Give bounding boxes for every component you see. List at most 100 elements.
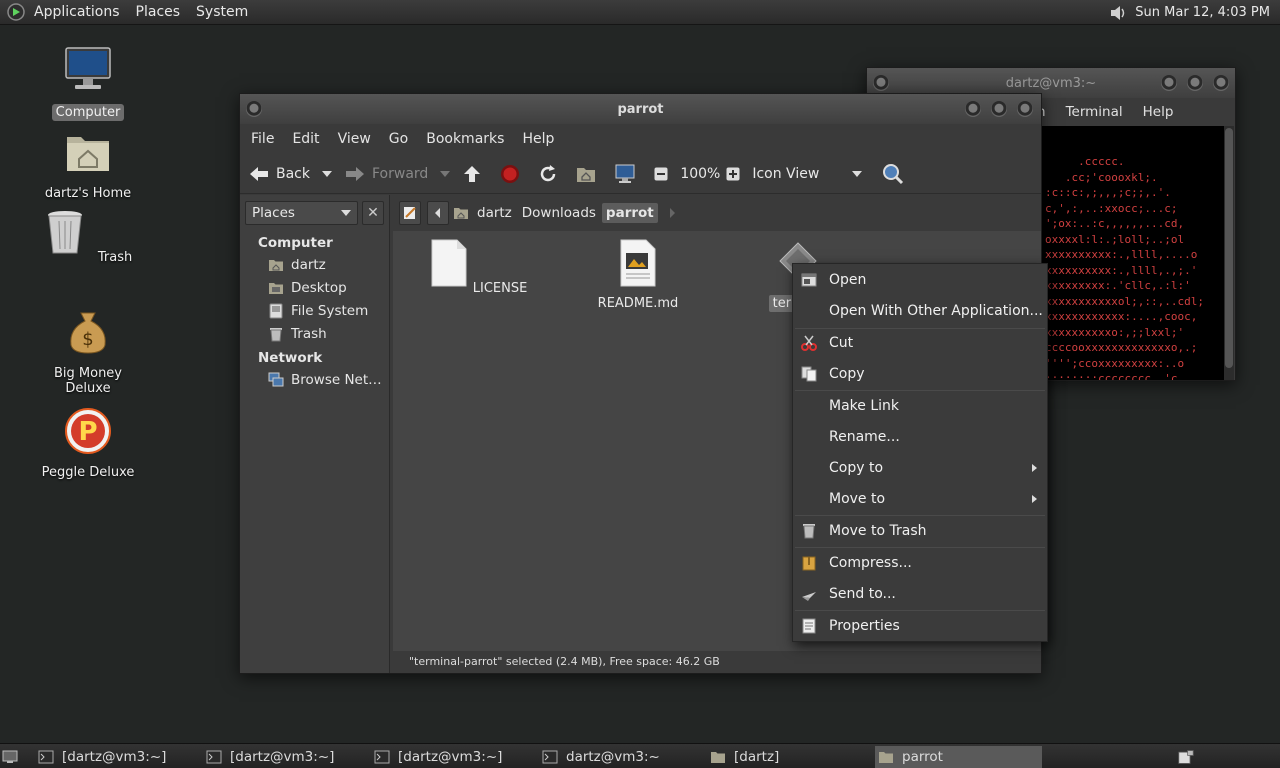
- reload-button[interactable]: [538, 159, 564, 189]
- scrollbar-thumb[interactable]: [1225, 128, 1233, 368]
- file-name: README.md: [597, 296, 679, 311]
- menu-item-make-link[interactable]: Make Link: [793, 391, 1047, 421]
- menu-edit[interactable]: Edit: [283, 131, 328, 147]
- computer-button[interactable]: [614, 159, 642, 189]
- file-item[interactable]: README.md: [588, 239, 688, 311]
- close-button[interactable]: [1213, 75, 1229, 91]
- zoom-level[interactable]: 100%: [680, 159, 720, 189]
- maximize-button[interactable]: [991, 101, 1007, 117]
- menu-item-move-to[interactable]: Move to: [793, 484, 1047, 514]
- forward-button[interactable]: Forward: [344, 159, 428, 189]
- menu-item-compress[interactable]: Compress...: [793, 548, 1047, 578]
- terminal-icon: [38, 750, 54, 764]
- terminal-title: dartz@vm3:~: [1005, 75, 1097, 91]
- terminal-menu-help[interactable]: Help: [1133, 104, 1184, 120]
- desktop-icon-label: Big Money Deluxe: [53, 366, 122, 396]
- zoom-level-value: 100%: [680, 165, 721, 182]
- desktop-icon-big-money[interactable]: $ Big Money Deluxe: [33, 307, 143, 397]
- menu-file[interactable]: File: [242, 131, 283, 147]
- task-button-terminal-1[interactable]: [dartz@vm3:~]: [38, 746, 198, 768]
- up-arrow-icon: [464, 165, 481, 182]
- clock[interactable]: Sun Mar 12, 4:03 PM: [1129, 5, 1280, 20]
- menu-item-cut[interactable]: Cut: [793, 328, 1047, 358]
- path-scroll-left[interactable]: [427, 201, 449, 225]
- zoom-out-button[interactable]: [654, 159, 674, 189]
- workspace-switcher[interactable]: [1178, 746, 1202, 768]
- system-menu[interactable]: System: [188, 0, 256, 25]
- zoom-in-button[interactable]: [726, 159, 746, 189]
- svg-text:P: P: [78, 417, 97, 447]
- volume-icon[interactable]: [1107, 2, 1129, 24]
- home-folder-icon: [269, 260, 283, 271]
- stop-button[interactable]: [500, 159, 526, 189]
- chevron-right-icon[interactable]: [668, 208, 676, 218]
- menu-help[interactable]: Help: [513, 131, 563, 147]
- location-toggle-button[interactable]: [399, 201, 421, 225]
- close-sidebar-button[interactable]: ✕: [362, 201, 384, 225]
- trash-icon: [803, 524, 815, 539]
- places-combo-value: Places: [252, 205, 295, 221]
- menu-item-label: Open With Other Application...: [829, 303, 1043, 319]
- menu-item-copy[interactable]: Copy: [793, 359, 1047, 389]
- desktop-icon-peggle[interactable]: P Peggle Deluxe: [33, 406, 143, 481]
- desktop-icon-computer[interactable]: Computer: [33, 46, 143, 121]
- task-button-parrot[interactable]: parrot: [875, 746, 1042, 768]
- terminal-scrollbar[interactable]: [1224, 126, 1234, 380]
- sidebar-item-label: Browse Net…: [291, 372, 382, 388]
- submenu-arrow-icon: [1032, 495, 1037, 503]
- minimize-button[interactable]: [965, 101, 981, 117]
- parrot-logo-icon[interactable]: [6, 2, 26, 22]
- places-combo[interactable]: Places: [245, 201, 358, 225]
- menu-item-rename[interactable]: Rename...: [793, 422, 1047, 452]
- menu-item-move-to-trash[interactable]: Move to Trash: [793, 516, 1047, 546]
- terminal-menu-terminal[interactable]: Terminal: [1056, 104, 1133, 120]
- menu-go[interactable]: Go: [380, 131, 417, 147]
- task-button-terminal-2[interactable]: [dartz@vm3:~]: [206, 746, 366, 768]
- forward-history-dropdown[interactable]: [440, 159, 451, 189]
- sidebar-item-filesystem[interactable]: File System: [268, 303, 368, 319]
- menu-item-open-with[interactable]: Open With Other Application...: [793, 296, 1047, 326]
- maximize-button[interactable]: [1187, 75, 1203, 91]
- task-button-terminal-4[interactable]: dartz@vm3:~: [542, 746, 702, 768]
- window-menu-button[interactable]: [873, 75, 889, 91]
- peggle-icon: P: [65, 408, 111, 454]
- menu-item-send-to[interactable]: Send to...: [793, 579, 1047, 609]
- menu-view[interactable]: View: [329, 131, 380, 147]
- applications-menu[interactable]: Applications: [26, 0, 128, 25]
- sidebar-item-trash[interactable]: Trash: [268, 326, 327, 342]
- desktop-icon-trash[interactable]: Trash: [33, 207, 143, 266]
- path-crumb-dartz[interactable]: dartz: [473, 203, 516, 223]
- task-button-dartz[interactable]: [dartz]: [710, 746, 870, 768]
- file-manager-titlebar[interactable]: parrot: [240, 94, 1041, 124]
- menu-item-label: Rename...: [829, 429, 900, 445]
- menu-item-properties[interactable]: Properties: [793, 611, 1047, 641]
- back-history-dropdown[interactable]: [322, 159, 332, 189]
- path-crumb-downloads[interactable]: Downloads: [518, 203, 600, 223]
- show-desktop-button[interactable]: [2, 746, 26, 768]
- menu-item-copy-to[interactable]: Copy to: [793, 453, 1047, 483]
- home-button[interactable]: [576, 159, 602, 189]
- sidebar-heading-network: Network: [258, 350, 323, 366]
- file-manager-title: parrot: [617, 101, 664, 117]
- sidebar-item-browse-network[interactable]: Browse Net…: [268, 372, 382, 388]
- task-label: [dartz@vm3:~]: [62, 749, 167, 765]
- desktop-icon-home[interactable]: dartz's Home: [33, 127, 143, 202]
- task-label: dartz@vm3:~: [566, 749, 660, 765]
- places-menu[interactable]: Places: [128, 0, 189, 25]
- view-mode-select[interactable]: Icon View: [752, 159, 863, 189]
- window-menu-button[interactable]: [246, 101, 262, 117]
- up-button[interactable]: [462, 159, 488, 189]
- search-button[interactable]: [882, 159, 910, 189]
- path-crumb-parrot[interactable]: parrot: [601, 203, 658, 223]
- menu-bookmarks[interactable]: Bookmarks: [417, 131, 513, 147]
- back-button[interactable]: Back: [248, 159, 310, 189]
- minimize-button[interactable]: [1161, 75, 1177, 91]
- terminal-screen[interactable]: .ccccc. .cc;'coooxkl;. :c::c:,;,,,;c;;,.…: [1037, 126, 1227, 380]
- sidebar-item-dartz[interactable]: dartz: [268, 257, 326, 273]
- file-item[interactable]: LICENSE: [428, 239, 528, 296]
- copy-icon: [801, 366, 817, 382]
- sidebar-item-desktop[interactable]: Desktop: [268, 280, 347, 296]
- close-button[interactable]: [1017, 101, 1033, 117]
- menu-item-open[interactable]: Open: [793, 265, 1047, 295]
- task-button-terminal-3[interactable]: [dartz@vm3:~]: [374, 746, 534, 768]
